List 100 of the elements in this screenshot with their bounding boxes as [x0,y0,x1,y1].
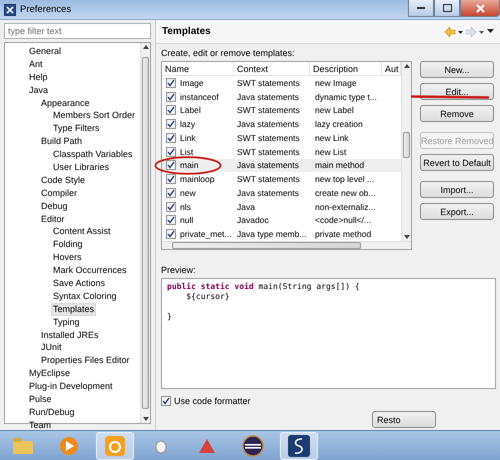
scrollbar[interactable] [140,43,150,423]
tree-item[interactable]: Help [27,70,50,84]
eclipse-icon[interactable] [242,434,264,456]
table-cell-text: non-externaliz... [314,202,376,212]
scroll-down-icon[interactable] [142,417,148,421]
table-cell-text: new Link [314,132,350,143]
template-row[interactable]: main Java statements main method [162,158,401,172]
tree-item[interactable]: JUnit [39,341,64,354]
column-header[interactable]: Description [310,62,382,75]
maximize-button[interactable] [434,0,460,17]
checkbox-label: Use code formatter [174,396,251,406]
table-cell-text: new Label [314,105,355,116]
tree-item[interactable]: Run/Debug [27,406,77,419]
script-app-icon[interactable] [288,434,310,456]
table-cell-text: Java statements [236,160,300,170]
tree-item[interactable]: Members Sort Order [51,109,138,122]
column-header[interactable]: Context [234,62,310,75]
table-cell-text: SWT statements [236,105,301,116]
action-button[interactable]: Export... [420,203,494,220]
tree-item[interactable]: Content Assist [51,225,113,238]
tree-item[interactable]: Pulse [27,393,54,406]
scrollbar[interactable] [401,62,411,241]
table-cell-text: new [180,188,197,198]
tree-item[interactable]: Build Path [39,135,84,148]
restore-button[interactable]: Resto [372,411,436,428]
checkbox[interactable] [166,188,176,198]
annotation-circle [154,156,222,175]
media-player-icon[interactable] [59,436,79,456]
table-cell-text: mainloop [180,174,216,184]
code-text: public static void main(String args[]) { ${cursor} } [167,282,360,322]
table-cell-text: null [180,215,194,226]
action-button[interactable]: Remove [420,105,494,122]
close-icon [476,4,484,12]
tree-item[interactable]: Appearance [39,96,92,110]
table-cell-text: new Image [314,78,358,88]
tree-item[interactable]: Templates [51,302,96,316]
scroll-up-icon[interactable] [142,45,148,49]
scroll-thumb[interactable] [403,132,410,158]
scroll-thumb[interactable] [172,242,361,249]
checkbox[interactable] [166,229,176,240]
checkbox[interactable] [166,78,176,88]
tree-item[interactable]: Properties Files Editor [39,354,132,368]
tree-item[interactable]: Save Actions [51,277,108,290]
scroll-up-icon[interactable] [404,64,410,68]
filter-field[interactable]: type filter text [4,23,151,39]
table-cell-text: Label [180,105,202,116]
tree-item[interactable]: Plug-in Development [27,380,115,394]
tree-item[interactable]: Mark Occurrences [51,264,129,278]
tree-item[interactable]: Syntax Coloring [51,290,119,303]
table-cell-text: private method [314,229,372,240]
tree-item[interactable]: User Libraries [51,161,112,174]
tree-item[interactable]: General [27,45,64,58]
back-arrow-icon[interactable] [445,26,463,36]
checkbox[interactable] [166,160,176,170]
maximize-icon [442,4,452,12]
checkbox[interactable] [166,174,176,184]
tree-item[interactable]: Debug [39,200,70,213]
tree-item[interactable]: Type Filters [51,122,102,136]
checkbox[interactable] [166,146,176,157]
checkbox[interactable] [166,92,176,102]
action-button[interactable]: New... [420,61,494,78]
tree-item[interactable]: Editor [39,212,67,226]
window-title: Preferences [20,4,72,15]
checkbox[interactable] [166,119,176,130]
scroll-down-icon[interactable] [404,235,410,239]
checkbox[interactable] [161,396,171,406]
checkbox[interactable] [166,105,176,116]
action-button[interactable]: Revert to Default [420,154,494,171]
minimize-button[interactable] [408,0,434,17]
tree-item[interactable]: Compiler [39,186,80,200]
column-header[interactable]: Name [162,62,234,75]
checkbox[interactable] [166,132,176,143]
table-cell-text: Java [236,202,256,212]
tree-item[interactable]: Team [27,418,54,432]
tree-item[interactable]: Code Style [39,174,88,187]
forward-arrow-icon[interactable] [466,26,484,36]
menu-caret-icon[interactable] [487,29,494,34]
tree-item[interactable]: Folding [51,238,85,252]
checkbox[interactable] [166,202,176,212]
table-cell-text: instanceof [180,92,220,102]
tree-item[interactable]: Typing [51,316,82,329]
table-cell-text: new top level ... [314,174,376,184]
table-cell-text: private_met... [180,229,232,240]
table-cell-text: lazy creation [314,119,364,130]
table-cell-text: create new ob... [314,188,376,198]
action-button[interactable]: Import... [420,181,494,198]
table-cell-text: Java type memb... [236,229,308,240]
checkbox[interactable] [166,215,176,226]
scrollbar[interactable] [162,241,411,249]
tree-item[interactable]: Java [27,84,50,97]
scroll-thumb[interactable] [142,57,149,409]
tree-item[interactable]: Hovers [51,251,84,264]
table-cell-text: new List [314,146,348,157]
tree-item[interactable]: Classpath Variables [51,148,134,162]
close-button[interactable] [460,0,500,17]
table-cell-text: lazy [180,119,196,130]
tree-item[interactable]: Installed JREs [39,328,101,342]
tree-item[interactable]: Ant [27,58,45,71]
tree-item[interactable]: MyEclipse [27,367,72,380]
page-title: Templates [162,26,212,37]
